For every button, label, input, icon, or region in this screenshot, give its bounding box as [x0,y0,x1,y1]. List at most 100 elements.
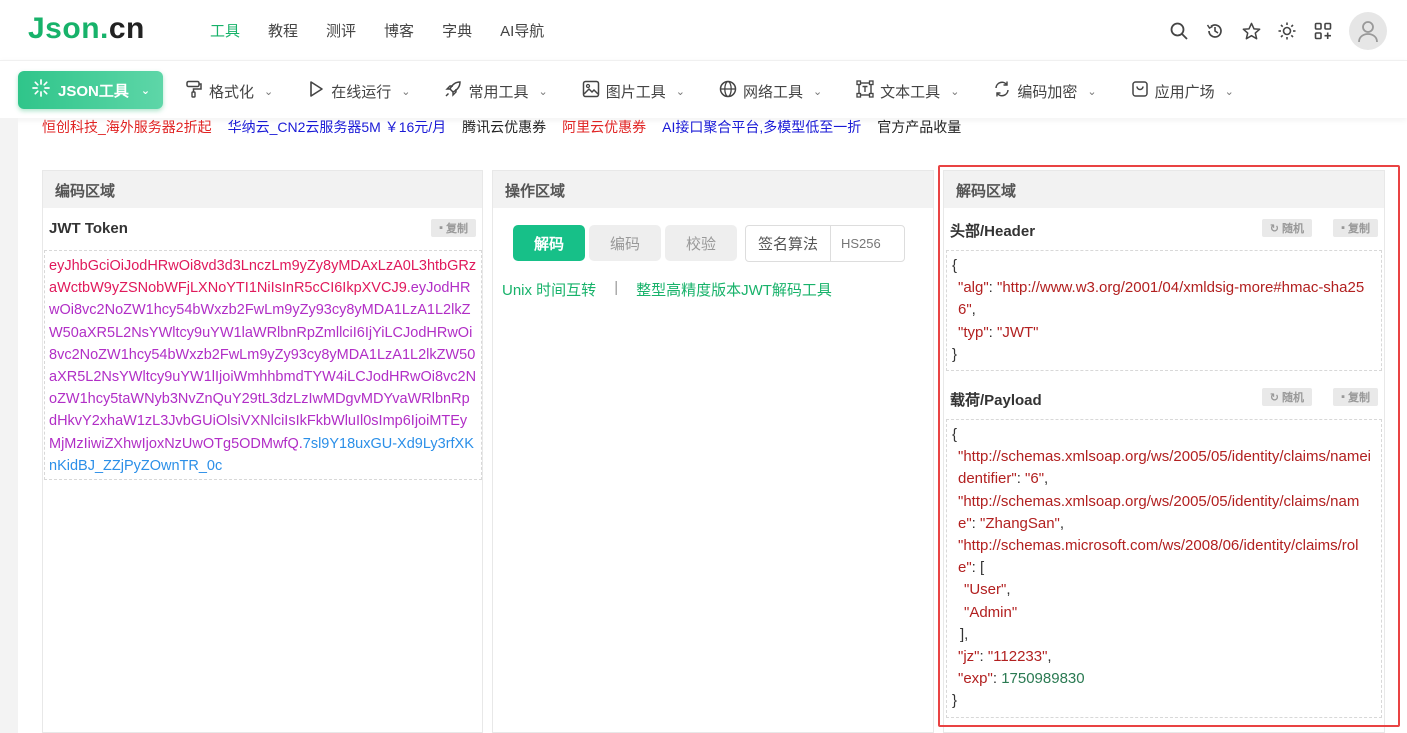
site-logo[interactable]: Json.cn [28,12,145,46]
json-line: "http://schemas.microsoft.com/ws/2008/06… [952,535,1376,579]
copy-token-button[interactable]: ▪ 复制 [431,219,476,237]
high-precision-jwt-link[interactable]: 整型高精度版本JWT解码工具 [636,279,832,300]
rocket-icon [444,80,462,102]
json-tool-button[interactable]: JSON工具 ⌄ [18,71,163,109]
signature-algorithm-select[interactable]: 签名算法 HS256 [745,225,905,262]
random-header-label: 随机 [1282,223,1304,235]
decode-button[interactable]: 解码 [513,225,585,261]
chevron-down-icon: ⌄ [1087,85,1097,98]
json-line: "http://schemas.xmlsoap.org/ws/2005/05/i… [952,491,1376,535]
chevron-down-icon: ⌄ [1224,85,1234,98]
decode-panel: 解码区域 头部/Header ↻ 随机 ▪ 复制 {"alg": "http://w… [943,170,1385,733]
nav-blog[interactable]: 博客 [384,20,414,41]
json-array-item: "User" [964,581,1007,599]
json-line: ], [952,624,1376,646]
verify-button[interactable]: 校验 [665,225,737,261]
menu-common-tools[interactable]: 常用工具 ⌄ [444,80,548,102]
menu-app-plaza[interactable]: 应用广场 ⌄ [1131,80,1234,102]
random-payload-label: 随机 [1282,392,1304,405]
link-separator: | [614,279,619,296]
json-line: } [952,344,1376,366]
search-icon[interactable] [1169,21,1189,41]
chevron-down-icon: ⌄ [264,85,274,98]
algorithm-value[interactable]: HS256 [831,226,904,261]
menu-text-tools[interactable]: 文本工具 ⌄ [856,80,959,102]
menu-run-label: 在线运行 [331,83,392,101]
json-value: "6" [1025,470,1045,488]
user-avatar-icon[interactable] [1349,12,1387,50]
menu-format[interactable]: 格式化 ⌄ [185,80,273,102]
random-header-button[interactable]: ↻ 随机 [1261,219,1312,237]
clipboard-icon: ▪ [1341,222,1345,234]
random-payload-button[interactable]: ↻ 随机 [1261,388,1312,407]
json-key: "exp" [958,670,993,688]
json-comma: , [1044,470,1049,488]
json-comma: , [1059,514,1065,532]
header-section-title: 头部/Header [950,223,1036,240]
ad-link[interactable]: 腾讯云优惠券 [462,117,546,137]
algorithm-label: 签名算法 [746,226,831,261]
code-refresh-icon [993,80,1011,102]
json-bracket: } [952,692,958,710]
operation-panel-title: 操作区域 [493,171,933,208]
star-icon[interactable] [1241,21,1261,41]
ad-link[interactable]: 官方产品收量 [877,117,961,137]
json-comma: , [1006,581,1011,599]
sparkle-icon [32,79,50,101]
menu-image-tools[interactable]: 图片工具 ⌄ [582,80,685,102]
tool-menu: 格式化 ⌄ 在线运行 ⌄ 常用工具 ⌄ 图片工具 ⌄ 网络工具 ⌄ 文本工具 ⌄ 编码加密 ⌄ [185,80,1268,102]
json-line: "alg": "http://www.w3.org/2001/04/xmldsi… [952,277,1376,321]
clipboard-icon: ▪ [1341,391,1345,404]
ad-link[interactable]: 恒创科技_海外服务器2折起 [42,117,212,137]
operation-buttons: 解码 编码 校验 [513,225,737,261]
menu-run-online[interactable]: 在线运行 ⌄ [307,80,410,102]
copy-payload-button[interactable]: ▪ 复制 [1333,388,1378,407]
json-key: "jz" [958,648,980,666]
json-colon: : [988,279,998,297]
payload-section-head: 载荷/Payload ↻ 随机 ▪ 复制 [944,377,1384,419]
payload-json-output[interactable]: { "http://schemas.xmlsoap.org/ws/2005/05/… [946,419,1382,718]
json-line: "exp": 1750989830 [952,668,1376,690]
jwt-token-label: JWT Token [49,220,128,237]
menu-network-tools[interactable]: 网络工具 ⌄ [719,80,822,102]
ad-link[interactable]: 阿里云优惠券 [562,117,646,137]
json-comma: , [971,301,976,319]
encode-panel: 编码区域 JWT Token ▪ 复制 eyJhbGciOiJodHRwOi8vd… [42,170,483,733]
copy-token-label: 复制 [446,223,468,235]
unix-time-link[interactable]: Unix 时间互转 [502,279,596,300]
json-colon: : [992,670,1002,688]
nav-tools[interactable]: 工具 [210,20,240,41]
logo-dot: . [100,12,109,45]
ad-link[interactable]: AI接口聚合平台,多模型低至一折 [662,117,861,137]
apps-grid-icon[interactable] [1313,21,1333,41]
left-gutter [0,118,18,733]
json-line: { [952,424,1376,446]
copy-header-button[interactable]: ▪ 复制 [1333,219,1378,237]
nav-dictionary[interactable]: 字典 [442,20,472,41]
encode-button[interactable]: 编码 [589,225,661,261]
logo-cn-text: cn [108,12,145,45]
operation-panel: 操作区域 解码 编码 校验 签名算法 HS256 Unix 时间互转 | 整型高… [492,170,934,733]
ad-link[interactable]: 华纳云_CN2云服务器5M ￥16元/月 [228,117,447,137]
logo-main-text: Json [28,12,101,45]
image-icon [582,80,600,102]
ad-links: 恒创科技_海外服务器2折起 华纳云_CN2云服务器5M ￥16元/月 腾讯云优惠… [42,117,961,137]
header-json-output[interactable]: {"alg": "http://www.w3.org/2001/04/xmlds… [946,250,1382,372]
json-bracket: { [952,426,958,444]
nav-ai[interactable]: AI导航 [500,20,544,41]
jwt-token-input[interactable]: eyJhbGciOiJodHRwOi8vd3d3LnczLm9yZy8yMDAx… [44,250,482,480]
header-icons [1169,12,1387,50]
nav-tutorial[interactable]: 教程 [268,20,298,41]
menu-format-label: 格式化 [209,83,255,101]
menu-encode-encrypt[interactable]: 编码加密 ⌄ [993,80,1097,102]
history-icon[interactable] [1205,21,1225,41]
top-nav: 工具 教程 测评 博客 字典 AI导航 [210,20,544,41]
menu-common-label: 常用工具 [468,83,529,101]
json-tool-label: JSON工具 [58,82,129,100]
json-line: "User", [952,579,1376,601]
menu-app-label: 应用广场 [1154,83,1215,101]
theme-sun-icon[interactable] [1277,21,1297,41]
top-header: Json.cn 工具 教程 测评 博客 字典 AI导航 [0,0,1407,60]
nav-review[interactable]: 测评 [326,20,356,41]
jwt-token-header: JWT Token ▪ 复制 [43,208,482,250]
